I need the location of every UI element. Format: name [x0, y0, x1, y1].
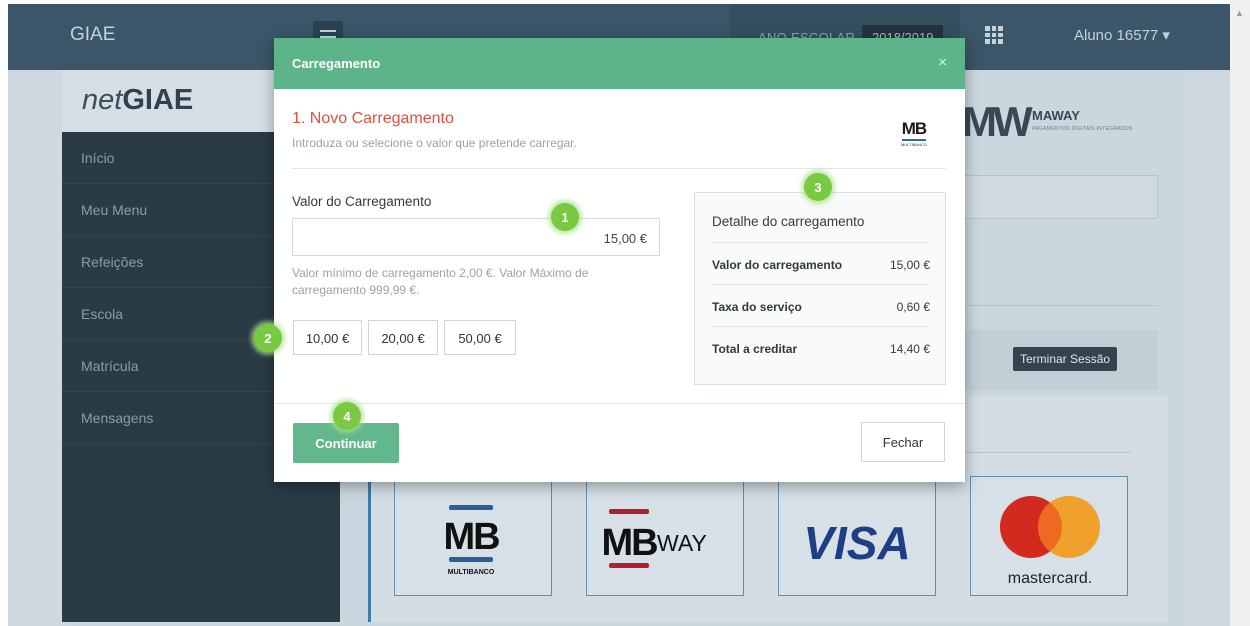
mbway-logo-icon: MB WAY [601, 509, 707, 568]
modal-footer-divider [274, 403, 965, 404]
payment-card-mbway[interactable]: MB WAY [586, 476, 744, 596]
svg-text:MB: MB [443, 516, 499, 558]
logout-button[interactable]: Terminar Sessão [1013, 347, 1118, 371]
detail-value: 14,40 € [889, 342, 930, 356]
multibanco-logo-icon: MB MULTIBANCO [443, 505, 501, 576]
callout-badge: 2 [254, 324, 282, 352]
amount-label: Valor do Carregamento [292, 194, 432, 209]
amount-input[interactable]: 15,00 € [292, 218, 660, 256]
detail-row-total: Total a creditar 14,40 € [712, 326, 930, 368]
app-title[interactable]: GIAE [70, 24, 115, 46]
svg-text:MULTIBANCO: MULTIBANCO [448, 569, 495, 576]
step-description: Introduza ou selecione o valor que prete… [292, 136, 577, 150]
multibanco-icon: MB MULTIBANCO [901, 119, 927, 148]
netgiae-logo[interactable]: netGIAE [82, 84, 193, 117]
maway-name: MAWAY [1032, 108, 1080, 123]
apps-grid-icon[interactable] [985, 26, 1003, 44]
carregamento-modal: Carregamento × 1. Novo Carregamento Intr… [274, 38, 965, 482]
detail-label: Taxa do serviço [712, 300, 802, 314]
svg-text:WAY: WAY [657, 530, 707, 556]
maway-mark: MW [962, 98, 1033, 145]
preset-10-button[interactable]: 10,00 € [293, 320, 362, 355]
background-field [954, 175, 1158, 219]
svg-text:mastercard.: mastercard. [1008, 570, 1092, 587]
modal-close-icon[interactable]: × [938, 54, 947, 71]
modal-header: Carregamento × [274, 38, 965, 89]
payment-card-mastercard[interactable]: mastercard. [970, 476, 1128, 596]
user-menu[interactable]: Aluno 16577 ▾ [1074, 26, 1170, 44]
detail-label: Total a creditar [712, 342, 798, 356]
preset-50-button[interactable]: 50,00 € [444, 320, 516, 355]
callout-badge: 4 [333, 402, 361, 430]
visa-logo-icon: VISA [803, 517, 910, 569]
svg-text:MB: MB [601, 522, 657, 564]
preset-20-button[interactable]: 20,00 € [368, 320, 438, 355]
detail-title: Detalhe do carregamento [712, 214, 865, 229]
detail-row-amount: Valor do carregamento 15,00 € [712, 242, 930, 284]
payment-card-multibanco[interactable]: MB MULTIBANCO [394, 476, 552, 596]
amount-hint: Valor mínimo de carregamento 2,00 €. Val… [292, 266, 589, 297]
callout-badge: 1 [551, 203, 579, 231]
close-button[interactable]: Fechar [861, 422, 945, 462]
page-scrollbar[interactable]: ▲ [1230, 0, 1250, 626]
background-divider [954, 305, 1158, 306]
callout-badge: 3 [804, 173, 832, 201]
payment-panel-divider [954, 452, 1130, 453]
modal-title: Carregamento [292, 56, 381, 71]
detail-label: Valor do carregamento [712, 258, 843, 272]
mastercard-logo-icon: mastercard. [1000, 496, 1100, 587]
detail-row-fee: Taxa do serviço 0,60 € [712, 284, 930, 326]
svg-text:VISA: VISA [803, 517, 910, 569]
maway-tagline: PAGAMENTOS DIGITAIS INTEGRADOS [1032, 126, 1133, 132]
modal-divider [292, 168, 946, 169]
detail-value: 15,00 € [889, 258, 930, 272]
screen: GIAE ANO ESCOLAR 2018/2019 Aluno 16577 ▾… [0, 0, 1250, 626]
maway-logo: MW MAWAY PAGAMENTOS DIGITAIS INTEGRADOS [962, 96, 1182, 146]
charge-detail-panel: Detalhe do carregamento Valor do carrega… [694, 192, 946, 385]
detail-value: 0,60 € [896, 300, 930, 314]
scroll-up-arrow-icon[interactable]: ▲ [1235, 8, 1244, 18]
step-title: 1. Novo Carregamento [292, 110, 454, 127]
payment-card-visa[interactable]: VISA [778, 476, 936, 596]
